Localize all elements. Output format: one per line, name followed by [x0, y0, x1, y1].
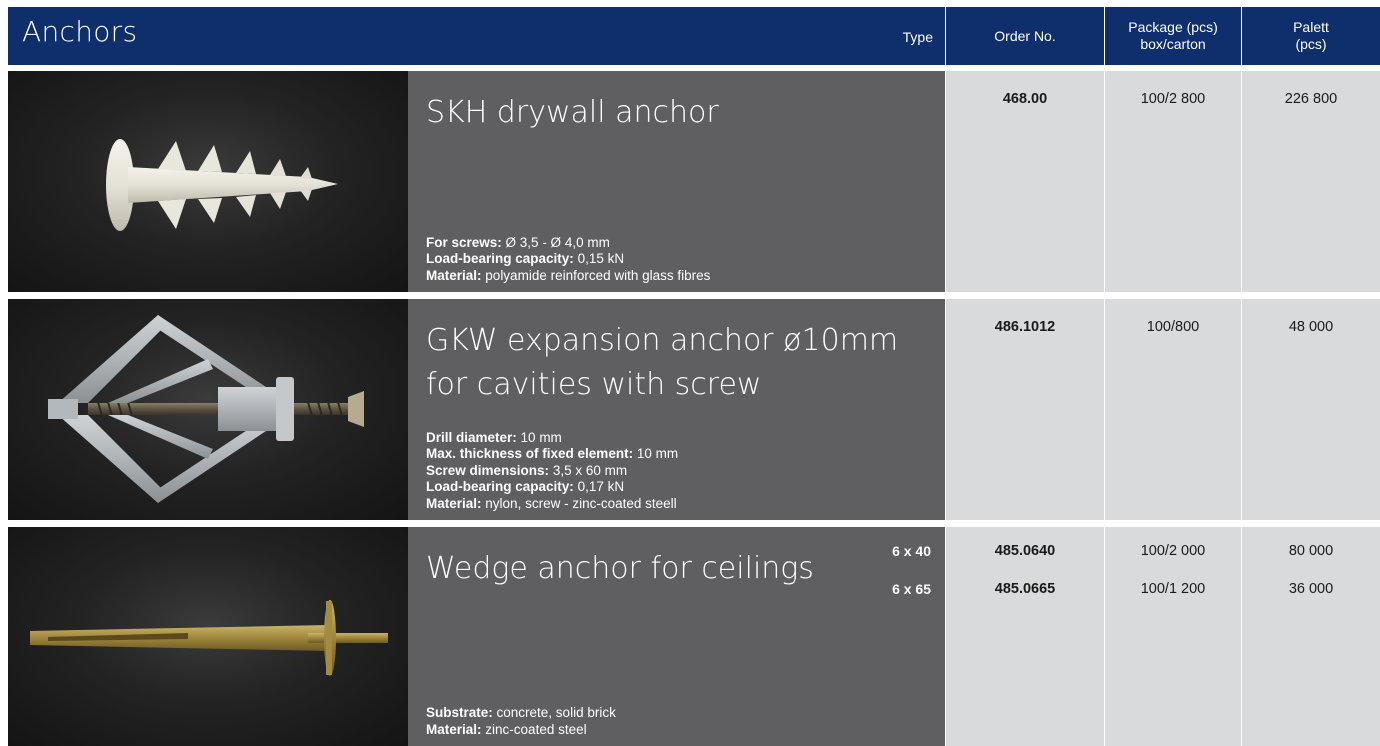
type-code: 6 x 65	[892, 581, 931, 597]
product-row: GKW expansion anchor ø10mm for cavities …	[0, 299, 1380, 520]
table-header: Anchors Type Order No. Package (pcs) box…	[0, 7, 1380, 65]
expansion-anchor-photo	[8, 299, 408, 520]
order-no-column-header: Order No.	[946, 7, 1104, 65]
product-description: SKH drywall anchor For screws: Ø 3,5 - Ø…	[408, 71, 945, 292]
package-qty: 100/800	[1146, 319, 1200, 335]
package-qty: 100/1 200	[1140, 581, 1206, 597]
spec-line: Material: nylon, screw - zinc-coated ste…	[426, 496, 678, 513]
palett-qty: 36 000	[1288, 581, 1334, 597]
wedge-anchor-photo	[8, 527, 408, 746]
spec-line: Drill diameter: 10 mm	[426, 430, 678, 447]
order-no-cell: 485.0640 485.0665	[946, 527, 1104, 746]
spec-label: Load-bearing capacity:	[426, 479, 574, 494]
spec-list: Substrate: concrete, solid brick Materia…	[426, 705, 616, 738]
spec-list: For screws: Ø 3,5 - Ø 4,0 mm Load-bearin…	[426, 235, 710, 285]
palett-column-header: Palett (pcs)	[1242, 7, 1380, 65]
order-no-cell: 468.00	[946, 71, 1104, 292]
product-row: Wedge anchor for ceilings 6 x 40 6 x 65 …	[0, 527, 1380, 746]
spec-line: Load-bearing capacity: 0,15 kN	[426, 251, 710, 268]
product-name: SKH drywall anchor	[426, 95, 719, 130]
product-description: Wedge anchor for ceilings 6 x 40 6 x 65 …	[408, 527, 945, 746]
drywall-anchor-photo	[8, 71, 408, 292]
palett-qty: 48 000	[1288, 319, 1334, 335]
spec-label: Max. thickness of fixed element:	[426, 446, 634, 461]
package-cell: 100/2 000 100/1 200	[1105, 527, 1241, 746]
product-description: GKW expansion anchor ø10mm for cavities …	[408, 299, 945, 520]
spec-label: Screw dimensions:	[426, 462, 550, 478]
palett-header-line2: (pcs)	[1295, 36, 1327, 52]
order-no-header-label: Order No.	[994, 27, 1056, 44]
spec-list: Drill diameter: 10 mm Max. thickness of …	[426, 430, 678, 513]
product-name: Wedge anchor for ceilings	[426, 551, 814, 586]
order-no: 485.0665	[994, 581, 1056, 597]
palett-header-line1: Palett	[1293, 19, 1329, 35]
type-column-header: Type	[902, 29, 933, 45]
spec-line: For screws: Ø 3,5 - Ø 4,0 mm	[426, 235, 710, 252]
package-header-line1: Package (pcs)	[1128, 19, 1218, 35]
spec-value: nylon, screw - zinc-coated steell	[485, 495, 677, 511]
palett-qty: 226 800	[1284, 91, 1338, 107]
package-qty: 100/2 000	[1140, 543, 1206, 559]
palett-cell: 226 800	[1242, 71, 1380, 292]
spec-value: 0,15 kN	[577, 251, 625, 266]
package-column-header: Package (pcs) box/carton	[1105, 7, 1241, 65]
spec-value: 3,5 x 60 mm	[552, 462, 628, 478]
spec-label: Substrate:	[426, 705, 493, 720]
spec-value: 10 mm	[520, 429, 562, 445]
package-cell: 100/800	[1105, 299, 1241, 520]
type-code: 6 x 40	[892, 543, 931, 559]
product-name: GKW expansion anchor ø10mm for cavities …	[426, 323, 899, 402]
order-no: 468.00	[1002, 91, 1048, 107]
page-title: Anchors	[22, 15, 138, 48]
order-no: 485.0640	[994, 543, 1056, 559]
palett-cell: 48 000	[1242, 299, 1380, 520]
spec-line: Material: polyamide reinforced with glas…	[426, 268, 710, 285]
header-bar: Anchors Type	[8, 7, 945, 65]
package-header-line2: box/carton	[1140, 36, 1206, 52]
palett-cell: 80 000 36 000	[1242, 527, 1380, 746]
spec-value: 0,17 kN	[577, 479, 625, 494]
spec-value: zinc-coated steel	[485, 721, 587, 737]
spec-value: Ø 3,5 - Ø 4,0 mm	[505, 234, 610, 250]
spec-line: Max. thickness of fixed element: 10 mm	[426, 446, 678, 463]
package-qty: 100/2 800	[1140, 91, 1206, 107]
product-row: SKH drywall anchor For screws: Ø 3,5 - Ø…	[0, 71, 1380, 292]
spec-label: Material:	[426, 495, 482, 511]
palett-qty: 80 000	[1288, 543, 1334, 559]
spec-line: Screw dimensions: 3,5 x 60 mm	[426, 463, 678, 480]
spec-line: Substrate: concrete, solid brick	[426, 705, 616, 722]
spec-value: 10 mm	[636, 446, 679, 461]
spec-label: For screws:	[426, 234, 502, 250]
spec-label: Load-bearing capacity:	[426, 251, 574, 266]
spec-label: Drill diameter:	[426, 429, 517, 445]
spec-value: concrete, solid brick	[496, 705, 616, 720]
order-no-cell: 486.1012	[946, 299, 1104, 520]
order-no: 486.1012	[994, 319, 1056, 335]
spec-value: polyamide reinforced with glass fibres	[485, 267, 711, 283]
package-cell: 100/2 800	[1105, 71, 1241, 292]
spec-line: Load-bearing capacity: 0,17 kN	[426, 479, 678, 496]
spec-label: Material:	[426, 721, 482, 737]
spec-label: Material:	[426, 267, 482, 283]
spec-line: Material: zinc-coated steel	[426, 722, 616, 739]
